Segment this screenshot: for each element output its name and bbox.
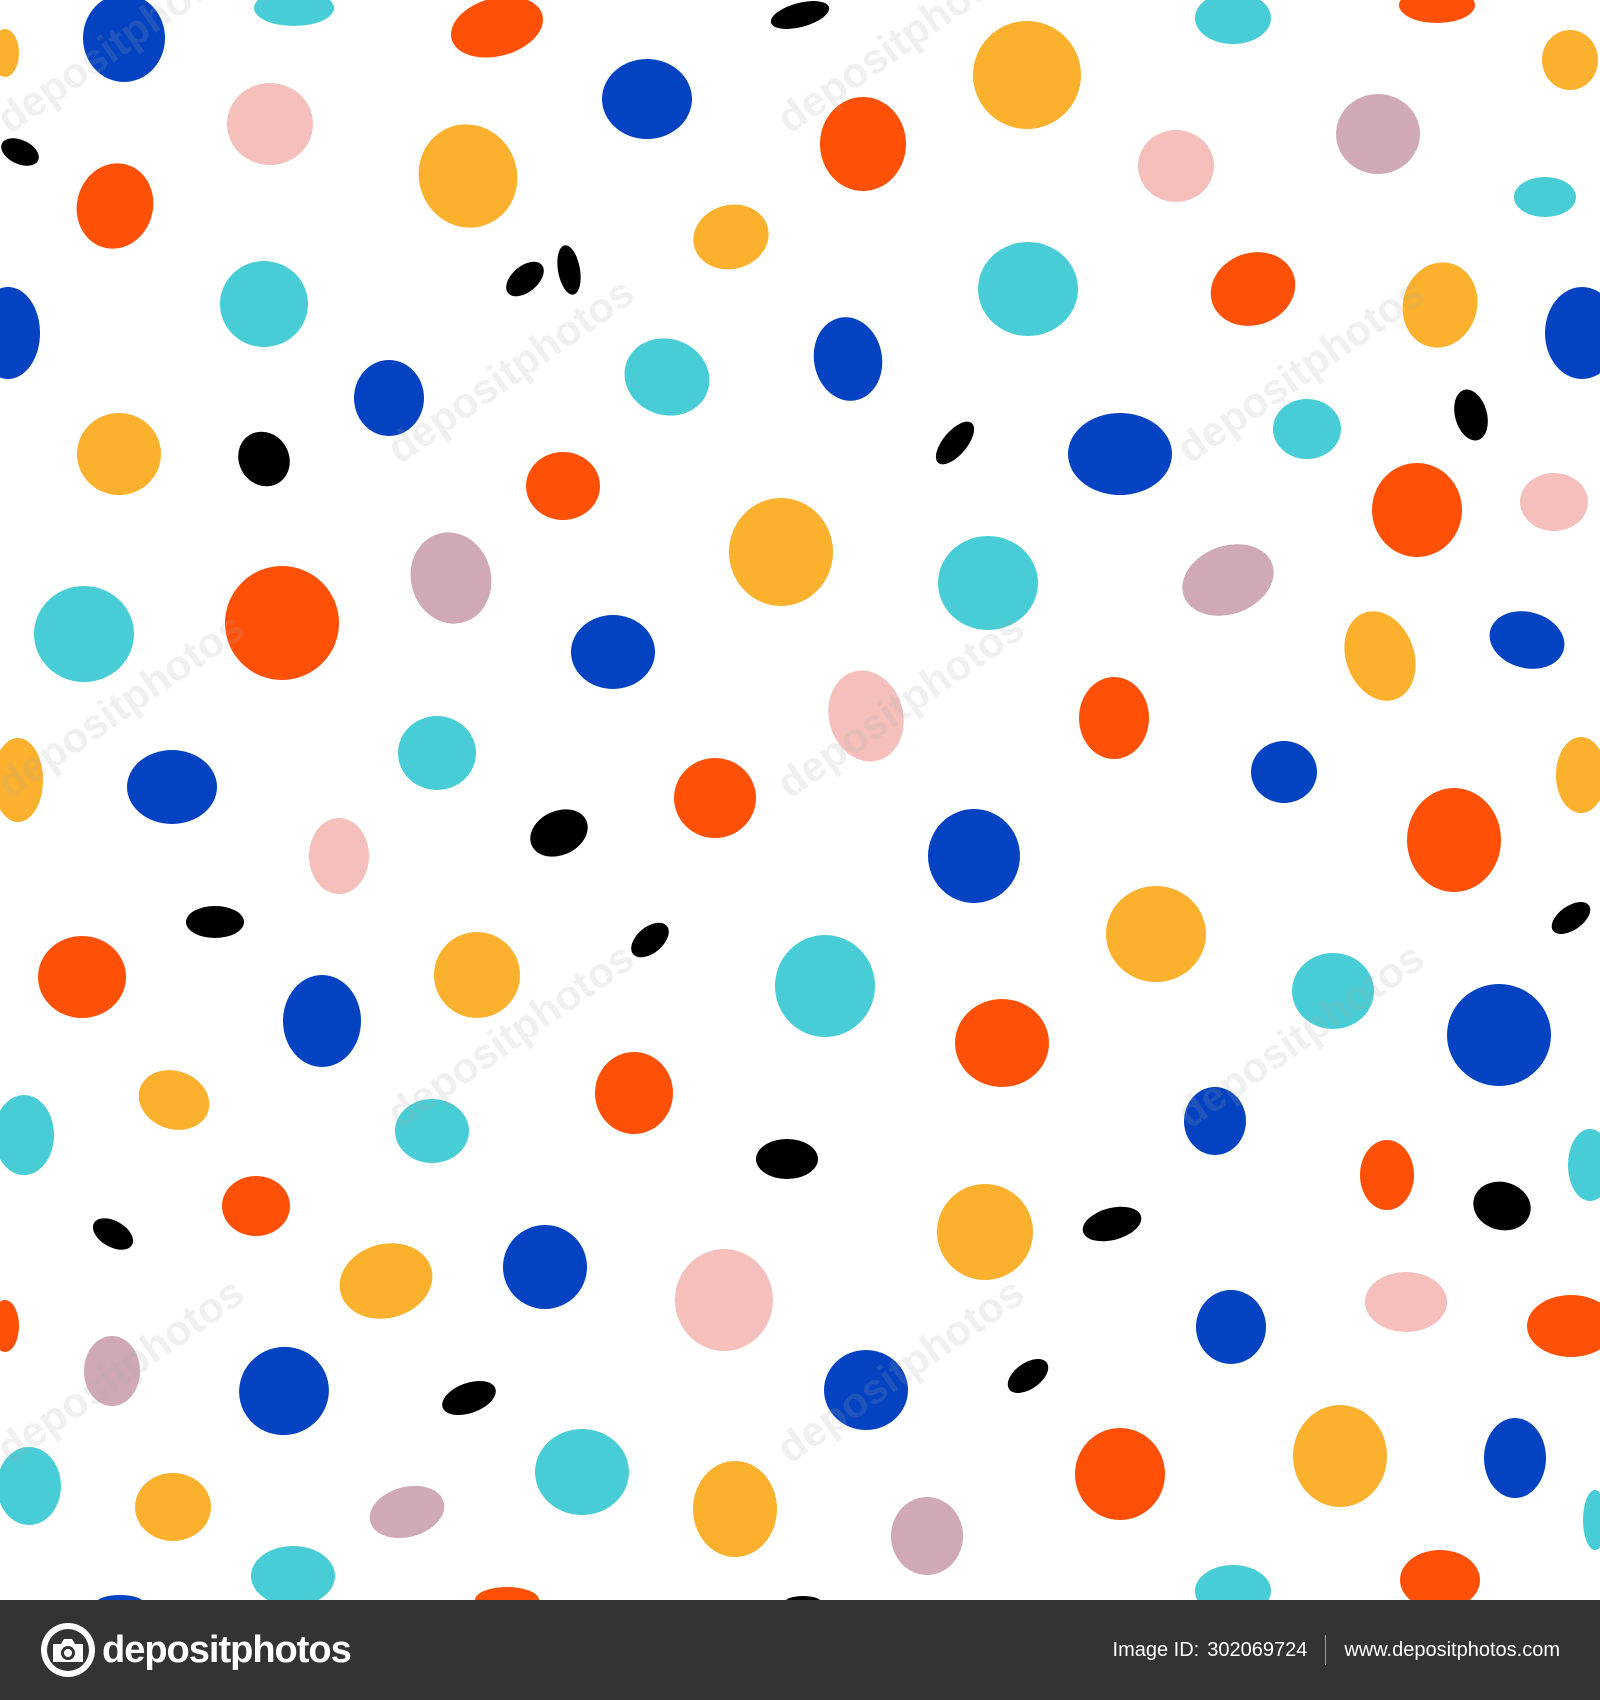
dot [283, 975, 361, 1067]
image-id-value: 302069724 [1207, 1638, 1308, 1661]
dot-pattern-image: depositphotos depositphotos depositphoto… [0, 0, 1600, 1600]
dot [1447, 984, 1551, 1086]
dot [1068, 413, 1172, 495]
dot [225, 566, 339, 680]
dot [675, 1249, 773, 1351]
dot [77, 413, 161, 495]
dot [186, 906, 244, 938]
dot [1514, 177, 1576, 217]
dot [1196, 1290, 1266, 1364]
dot [535, 1429, 629, 1515]
dot [1360, 1140, 1414, 1210]
dot [1336, 94, 1420, 174]
dot [973, 21, 1081, 129]
dot [127, 750, 217, 824]
dot [135, 1473, 211, 1541]
camera-aperture-icon [40, 1622, 96, 1678]
dot [928, 809, 1020, 903]
dot [955, 999, 1049, 1087]
dot [891, 1497, 963, 1575]
dot [434, 932, 520, 1018]
dot [220, 261, 308, 347]
dot [602, 59, 692, 139]
dot [674, 758, 756, 838]
dot [775, 935, 875, 1037]
dot-pattern-svg: depositphotos depositphotos depositphoto… [0, 0, 1600, 1600]
dot [38, 936, 126, 1018]
dot [1520, 473, 1588, 531]
brand-logo[interactable]: depositphotos [40, 1622, 352, 1678]
image-id-label: Image ID: [1112, 1638, 1200, 1661]
image-meta: Image ID: 302069724 www.depositphotos.co… [1113, 1600, 1560, 1700]
dot [227, 83, 313, 165]
dot [1372, 463, 1462, 557]
dot [937, 1184, 1033, 1280]
dot [222, 1176, 290, 1236]
dot [34, 586, 134, 682]
dot [1484, 1418, 1546, 1498]
dot [595, 1052, 673, 1134]
dot [1075, 1428, 1165, 1520]
dot [526, 452, 600, 520]
dot [503, 1225, 587, 1309]
dot [978, 242, 1078, 336]
dot [1079, 677, 1149, 759]
dot [1293, 1405, 1387, 1507]
footer-bar: depositphotos Image ID: 302069724 www.de… [0, 1600, 1600, 1700]
dot [571, 615, 655, 689]
divider [1325, 1635, 1327, 1665]
dot [729, 498, 833, 606]
dot [1138, 130, 1214, 202]
dot [756, 1139, 818, 1179]
brand-name: depositphotos [102, 1629, 352, 1671]
dot [1251, 741, 1317, 803]
dot [1365, 1272, 1447, 1332]
dot [1542, 30, 1598, 90]
dot [309, 818, 369, 894]
dot [693, 1461, 777, 1557]
dot [1407, 788, 1501, 892]
dot [398, 716, 476, 790]
site-url-link[interactable]: www.depositphotos.com [1344, 1639, 1560, 1662]
dot [1106, 886, 1206, 982]
